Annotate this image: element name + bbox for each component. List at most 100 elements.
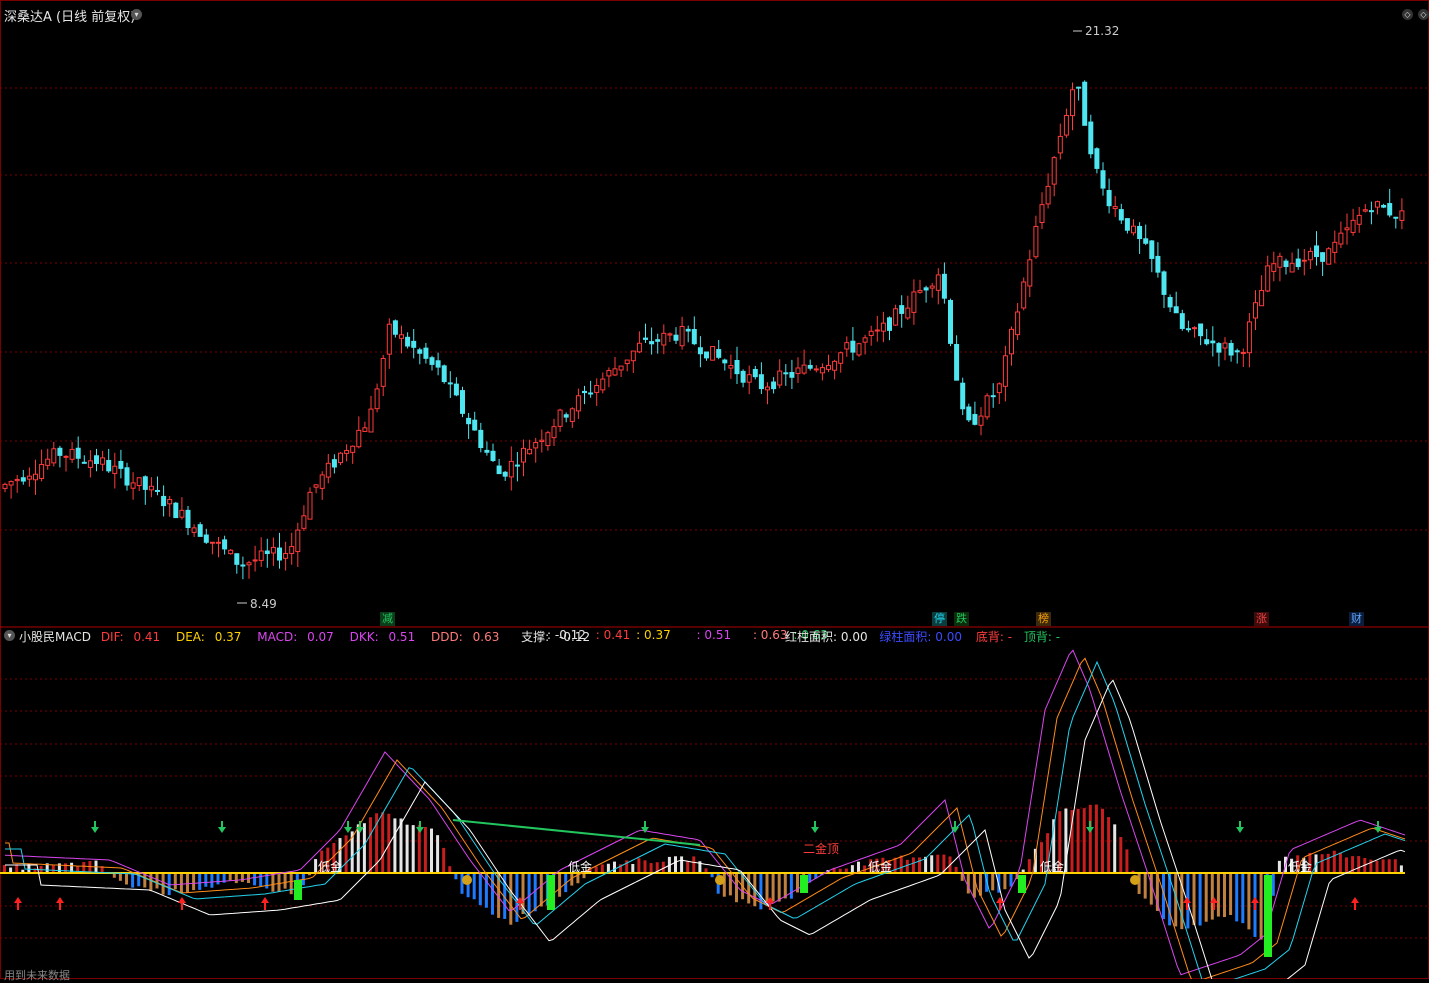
candle: [1289, 252, 1295, 273]
candle-body: [1039, 204, 1045, 224]
candle: [594, 378, 600, 406]
candle-body: [1320, 252, 1326, 262]
ddd-label: DDD:: [431, 630, 463, 644]
candle: [1356, 207, 1362, 233]
chevron-down-icon[interactable]: ▾: [131, 9, 142, 20]
candle-body: [1295, 258, 1301, 268]
macd-histogram-bar: [448, 866, 452, 873]
candle: [697, 336, 703, 368]
candle: [283, 541, 289, 571]
candle: [490, 443, 496, 462]
event-marker-list[interactable]: 榜: [1036, 612, 1051, 626]
event-marker-finance[interactable]: 财: [1349, 612, 1364, 626]
indicator-name[interactable]: 小股民MACD: [19, 630, 91, 644]
candle-body: [691, 329, 697, 345]
candle-body: [1210, 340, 1216, 344]
macd-histogram-bar: [3, 864, 6, 873]
candle-body: [557, 409, 563, 427]
indicator-menu-icon[interactable]: ▾: [4, 630, 15, 641]
collapse-icon[interactable]: ◇: [1402, 9, 1413, 20]
candle: [1131, 219, 1136, 236]
candle-body: [252, 559, 258, 562]
candle: [533, 437, 539, 463]
event-marker-rise[interactable]: 涨: [1254, 612, 1269, 626]
candle: [1173, 291, 1179, 314]
candle: [1118, 203, 1124, 224]
macd-histogram-bar: [131, 873, 135, 888]
candle-body: [1167, 296, 1173, 308]
macd-histogram-bar: [369, 817, 372, 873]
candle: [185, 506, 191, 536]
candle: [612, 357, 618, 377]
candle: [1320, 252, 1326, 276]
macd-histogram-bar: [777, 873, 781, 902]
candle-body: [484, 449, 490, 453]
candle: [81, 455, 87, 464]
macd-histogram-bar: [899, 855, 903, 873]
coin-icon: [1130, 875, 1140, 885]
candle-body: [1368, 210, 1374, 213]
candle: [984, 393, 990, 420]
macd-histogram-bar: [680, 856, 684, 873]
candle-body: [374, 388, 380, 410]
candle: [667, 332, 673, 343]
macd-histogram-bar: [991, 873, 995, 891]
candle-body: [746, 374, 752, 383]
candle: [1399, 198, 1405, 230]
candle: [26, 467, 32, 487]
candle-body: [874, 329, 880, 332]
event-marker-halt[interactable]: 停: [932, 612, 947, 626]
candle-body: [1399, 210, 1405, 221]
candle: [807, 359, 813, 371]
candle-body: [277, 547, 282, 561]
candle: [1082, 80, 1088, 126]
candle: [380, 354, 386, 397]
stock-title: 深桑达A: [4, 10, 52, 25]
candle: [1039, 192, 1045, 230]
candle-body: [435, 360, 441, 368]
top-divergence-value: -: [1055, 630, 1061, 644]
macd-histogram-bar: [344, 835, 348, 873]
macd-histogram-bar: [966, 873, 970, 894]
event-marker-reduce[interactable]: 减: [380, 612, 395, 626]
sell-arrow-icon: [1086, 821, 1094, 833]
candle: [209, 541, 215, 555]
event-marker-fall[interactable]: 跌: [954, 612, 969, 626]
candle: [868, 325, 874, 346]
candle-body: [966, 406, 972, 421]
macd-histogram-bar: [789, 873, 793, 899]
candle-body: [990, 395, 996, 398]
candle-body: [1326, 248, 1332, 265]
macd-histogram-bar: [210, 873, 214, 888]
macd-histogram-bar: [76, 866, 80, 873]
candle-body: [222, 539, 228, 550]
macd-histogram-bar: [186, 873, 189, 893]
macd-histogram-bar: [1082, 808, 1086, 873]
candle-body: [1112, 206, 1118, 210]
candle: [429, 355, 435, 371]
candle-body: [441, 365, 447, 383]
candle-body: [734, 360, 740, 375]
candle: [557, 408, 563, 432]
candle: [1161, 270, 1167, 309]
candle-body: [807, 364, 813, 369]
candle: [1076, 86, 1082, 101]
macd-histogram-bar: [1229, 873, 1233, 915]
candle: [1332, 230, 1338, 264]
candle-body: [1015, 311, 1021, 336]
dea-value: 0.37: [214, 630, 242, 644]
signal-bar-green: [1018, 875, 1026, 893]
candle-body: [1253, 302, 1258, 319]
candle-body: [551, 426, 557, 439]
candle-body: [630, 350, 636, 362]
candle: [636, 331, 642, 354]
candle-body: [765, 386, 770, 391]
candle-body: [673, 334, 679, 341]
candle-body: [289, 546, 295, 554]
candle-body: [740, 370, 746, 383]
extra-value-2: : 0.41: [595, 628, 631, 642]
expand-icon[interactable]: ◇: [1418, 9, 1429, 20]
candle-body: [191, 527, 197, 533]
candle-body: [350, 445, 356, 453]
candle: [1338, 221, 1344, 249]
